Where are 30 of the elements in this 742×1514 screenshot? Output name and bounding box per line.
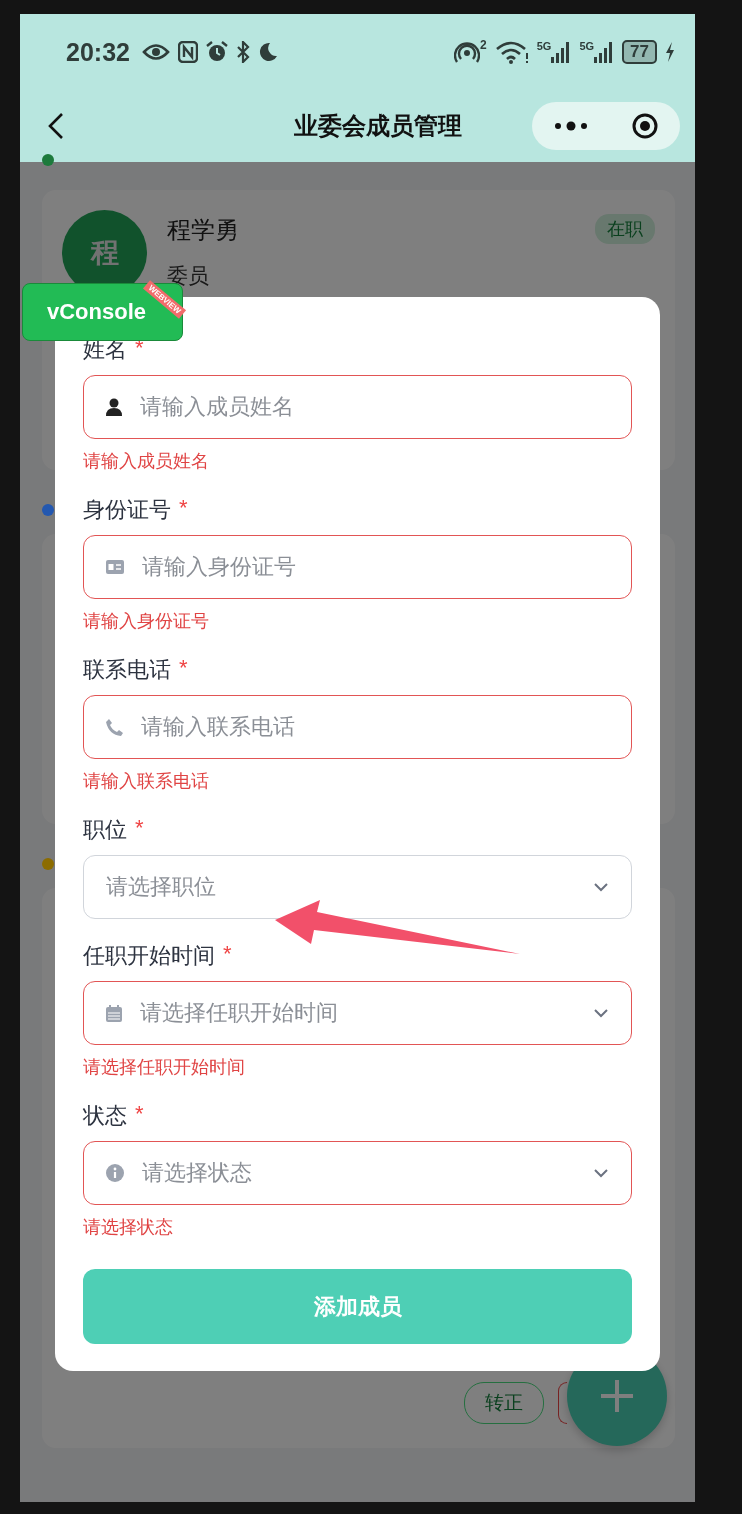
input-field[interactable]: 请输入身份证号 [83, 535, 632, 599]
member-name: 程学勇 [167, 215, 240, 245]
error-message: 请输入联系电话 [83, 770, 210, 793]
error-message: 请选择任职开始时间 [83, 1056, 246, 1079]
error-message: 请输入成员姓名 [83, 450, 210, 473]
field-label: 状态 [83, 1102, 127, 1130]
input-field[interactable]: 请选择任职开始时间 [83, 981, 632, 1045]
required-mark: * [135, 1101, 144, 1128]
network-type: 5G [536, 40, 552, 52]
error-message: 请选择状态 [83, 1216, 174, 1239]
input-field[interactable]: 请输入成员姓名 [83, 375, 632, 439]
field-label: 联系电话 [83, 656, 171, 684]
field-label: 任职开始时间 [83, 942, 215, 970]
input-field[interactable]: 请输入联系电话 [83, 695, 632, 759]
required-mark: * [179, 495, 188, 522]
status-tag: 在职 [595, 214, 655, 244]
field-label: 身份证号 [83, 496, 171, 524]
error-message: 请输入身份证号 [83, 610, 210, 633]
field-label: 职位 [83, 816, 127, 844]
add-member-button[interactable]: 添加成员 [83, 1269, 632, 1344]
required-mark: * [179, 655, 188, 682]
clock-time: 20:32 [66, 37, 130, 67]
required-mark: * [223, 941, 232, 968]
page-title: 业委会成员管理 [293, 111, 463, 141]
battery-level: 77 [622, 40, 657, 64]
hotspot-count: 2 [480, 38, 487, 52]
network-type: 5G [579, 40, 595, 52]
promote-button[interactable]: 转正 [464, 1382, 544, 1424]
required-mark: * [135, 815, 144, 842]
input-field[interactable]: 请选择状态 [83, 1141, 632, 1205]
